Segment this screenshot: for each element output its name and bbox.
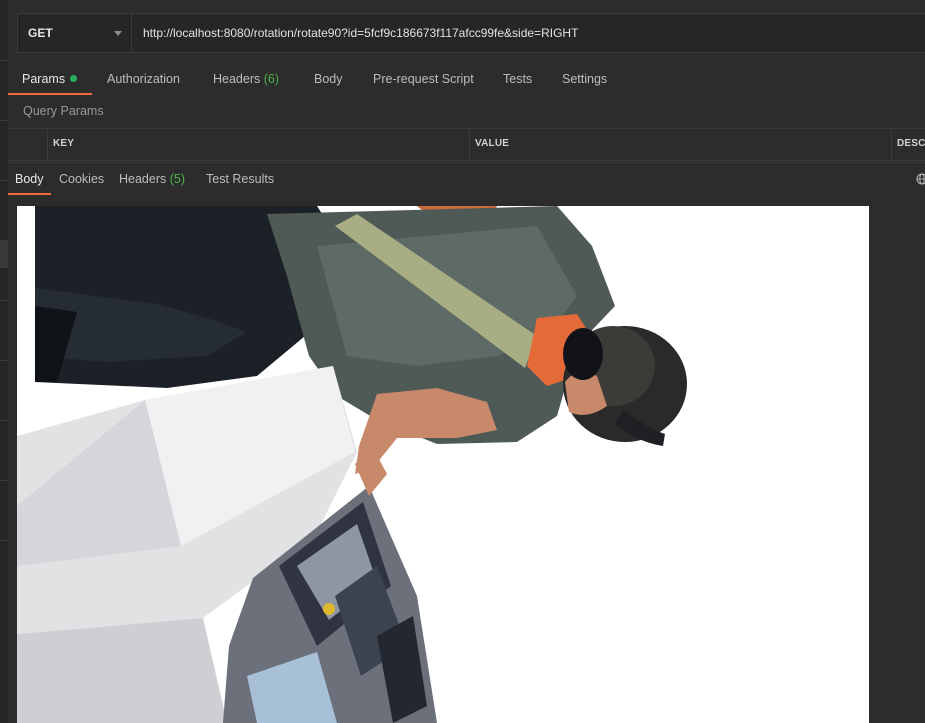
response-tab-headers-label: Headers <box>119 172 167 186</box>
tab-headers-label: Headers <box>213 72 261 86</box>
response-tab-test-results[interactable]: Test Results <box>206 168 274 192</box>
tab-body[interactable]: Body <box>314 66 343 94</box>
response-image-preview <box>17 206 869 723</box>
response-active-tab-underline <box>8 193 51 195</box>
response-tab-headers[interactable]: Headers (5) <box>119 168 185 192</box>
tab-body-label: Body <box>314 72 343 86</box>
tab-tests-label: Tests <box>503 72 533 86</box>
tab-params-label: Params <box>22 72 66 86</box>
request-bar: GET http://localhost:8080/rotation/rotat… <box>17 13 925 53</box>
response-tab-body[interactable]: Body <box>15 168 44 192</box>
request-tabs: Params Authorization Headers (6) Body Pr… <box>8 66 925 96</box>
response-tab-test-results-label: Test Results <box>206 172 275 186</box>
column-header-value: VALUE <box>475 138 510 149</box>
chevron-down-icon <box>114 31 122 36</box>
query-params-label: Query Params <box>23 104 104 118</box>
tab-pre-request-script[interactable]: Pre-request Script <box>373 66 474 94</box>
method-select[interactable]: GET <box>18 14 132 52</box>
tab-tests[interactable]: Tests <box>503 66 532 94</box>
response-tab-cookies[interactable]: Cookies <box>59 168 104 192</box>
tab-headers[interactable]: Headers (6) <box>213 66 279 94</box>
headers-count: (6) <box>263 72 280 86</box>
column-header-key: KEY <box>53 138 75 149</box>
response-divider[interactable] <box>8 162 925 163</box>
tab-pre-request-script-label: Pre-request Script <box>373 72 474 86</box>
tab-authorization-label: Authorization <box>107 72 180 86</box>
tab-authorization[interactable]: Authorization <box>107 66 180 94</box>
tab-params[interactable]: Params <box>22 66 78 94</box>
response-headers-count: (5) <box>169 172 186 186</box>
response-tab-body-label: Body <box>15 172 44 186</box>
sidebar-edge <box>0 0 8 723</box>
tab-settings[interactable]: Settings <box>562 66 607 94</box>
active-tab-underline <box>8 93 92 95</box>
tab-settings-label: Settings <box>562 72 608 86</box>
globe-icon[interactable] <box>916 173 925 185</box>
response-tabs: Body Cookies Headers (5) Test Results <box>8 168 925 196</box>
query-params-table: KEY VALUE DESCI <box>8 128 925 161</box>
url-input[interactable]: http://localhost:8080/rotation/rotate90?… <box>132 14 925 52</box>
method-value: GET <box>28 26 53 40</box>
params-status-dot <box>70 75 78 82</box>
rotated-photo <box>17 206 869 723</box>
column-header-description: DESCI <box>897 138 925 149</box>
response-tab-cookies-label: Cookies <box>59 172 105 186</box>
